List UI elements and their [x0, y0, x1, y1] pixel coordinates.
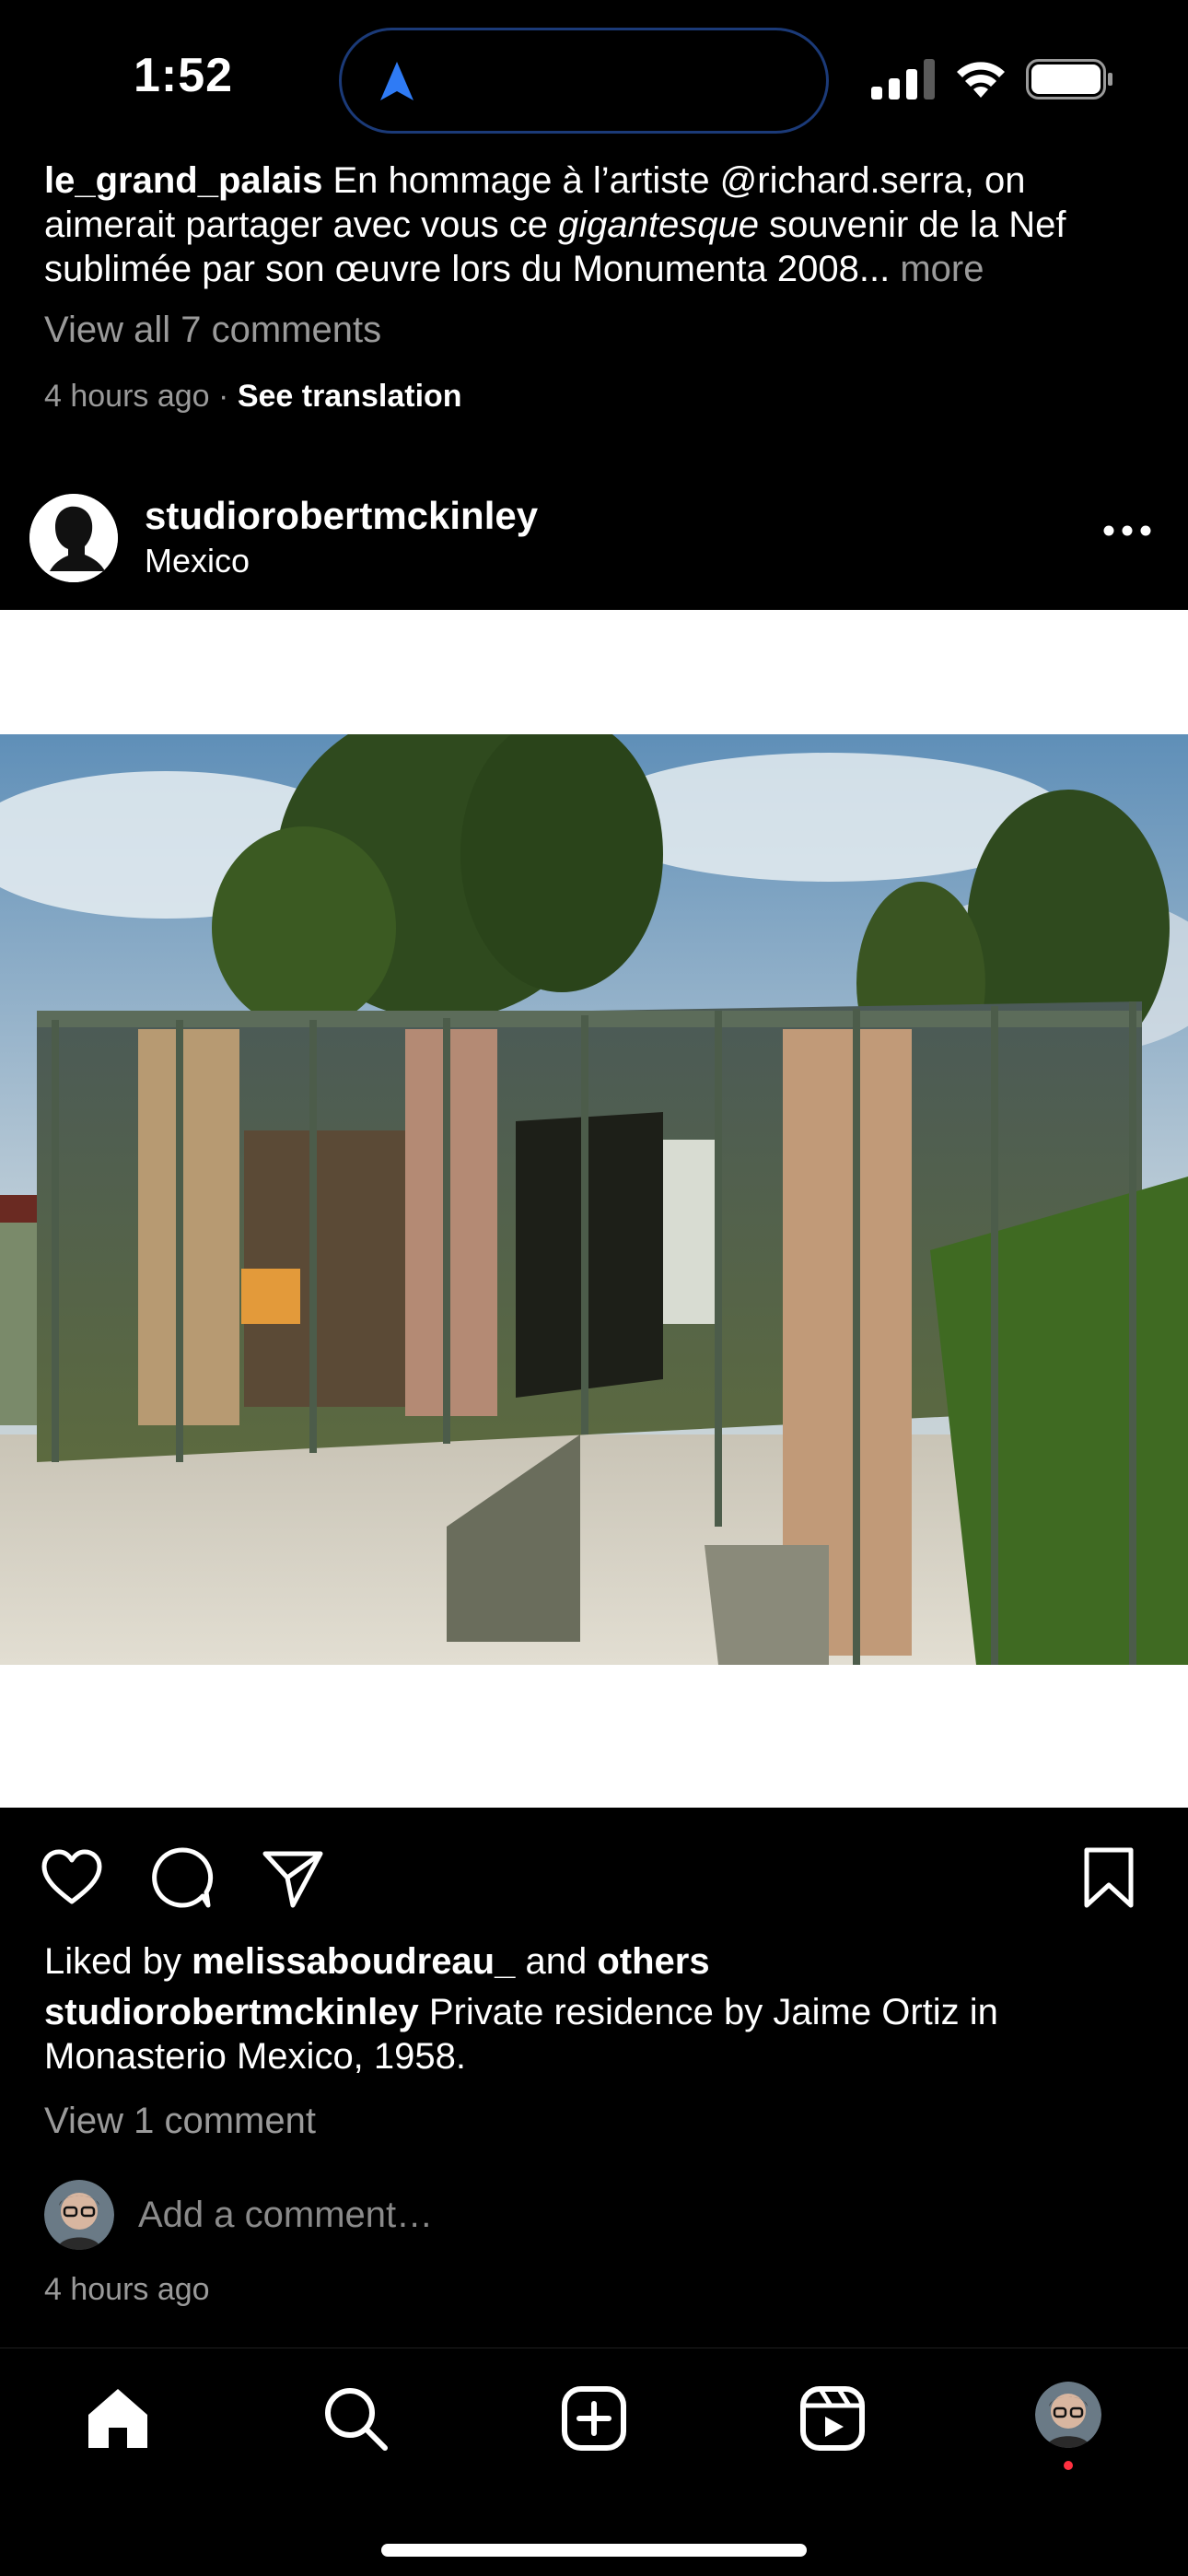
comment-icon[interactable]	[149, 1844, 215, 1911]
profile-avatar[interactable]	[1035, 2382, 1101, 2448]
post-actions	[0, 1808, 1188, 1946]
signal-icon	[871, 59, 935, 100]
post-timestamp: 4 hours ago	[44, 2272, 210, 2307]
wifi-icon	[957, 62, 1005, 98]
liked-by-and: and	[515, 1941, 598, 1982]
view-comment-link[interactable]: View 1 comment	[44, 2101, 1149, 2142]
liked-by-username[interactable]: melissaboudreau_	[192, 1941, 515, 1982]
silhouette-head-icon	[29, 494, 118, 582]
post-image-container[interactable]	[0, 610, 1188, 1808]
more-options-icon[interactable]	[1101, 520, 1153, 542]
post-location[interactable]: Mexico	[145, 542, 250, 580]
search-icon[interactable]	[320, 2383, 390, 2453]
caption-italic-text: gigantesque	[558, 205, 760, 245]
post-username[interactable]: studiorobertmckinley	[145, 494, 538, 538]
see-translation-link[interactable]: See translation	[238, 379, 462, 414]
bookmark-icon[interactable]	[1076, 1844, 1142, 1911]
previous-post-meta: 4 hours ago · See translation	[44, 379, 1149, 415]
view-all-comments-link[interactable]: View all 7 comments	[44, 310, 1149, 351]
navigation-arrow-icon	[380, 62, 413, 100]
dynamic-island[interactable]	[339, 28, 829, 134]
notification-dot	[1064, 2461, 1073, 2470]
my-avatar	[44, 2180, 114, 2250]
post-header: studiorobertmckinley Mexico	[0, 479, 1188, 610]
liked-by[interactable]: Liked by melissaboudreau_ and others	[44, 1937, 1149, 1986]
bottom-tab-bar	[0, 2348, 1188, 2576]
add-comment-input[interactable]: Add a comment…	[138, 2195, 433, 2236]
previous-post-username[interactable]: le_grand_palais	[44, 160, 322, 201]
post-photo	[0, 734, 1188, 1665]
status-time: 1:52	[134, 49, 234, 102]
caption-username[interactable]: studiorobertmckinley	[44, 1992, 419, 2032]
liked-by-others[interactable]: others	[597, 1941, 709, 1982]
post-avatar[interactable]	[29, 494, 118, 582]
previous-post-caption: le_grand_palais En hommage à l’artiste @…	[44, 158, 1149, 415]
post-text: Liked by melissaboudreau_ and others stu…	[44, 1937, 1149, 2142]
share-icon[interactable]	[260, 1844, 326, 1911]
home-icon[interactable]	[83, 2383, 153, 2453]
post-caption: studiorobertmckinley Private residence b…	[44, 1990, 1149, 2078]
separator-dot: ·	[209, 379, 238, 414]
heart-icon[interactable]	[39, 1844, 105, 1911]
time-ago: 4 hours ago	[44, 379, 210, 414]
battery-icon	[1026, 59, 1112, 100]
home-indicator[interactable]	[381, 2544, 807, 2557]
status-bar: 1:52	[0, 0, 1188, 157]
more-link[interactable]: more	[890, 249, 984, 289]
reels-icon[interactable]	[798, 2383, 868, 2453]
add-comment-row[interactable]: Add a comment…	[44, 2180, 1149, 2252]
liked-by-prefix: Liked by	[44, 1941, 192, 1982]
create-icon[interactable]	[559, 2383, 629, 2453]
